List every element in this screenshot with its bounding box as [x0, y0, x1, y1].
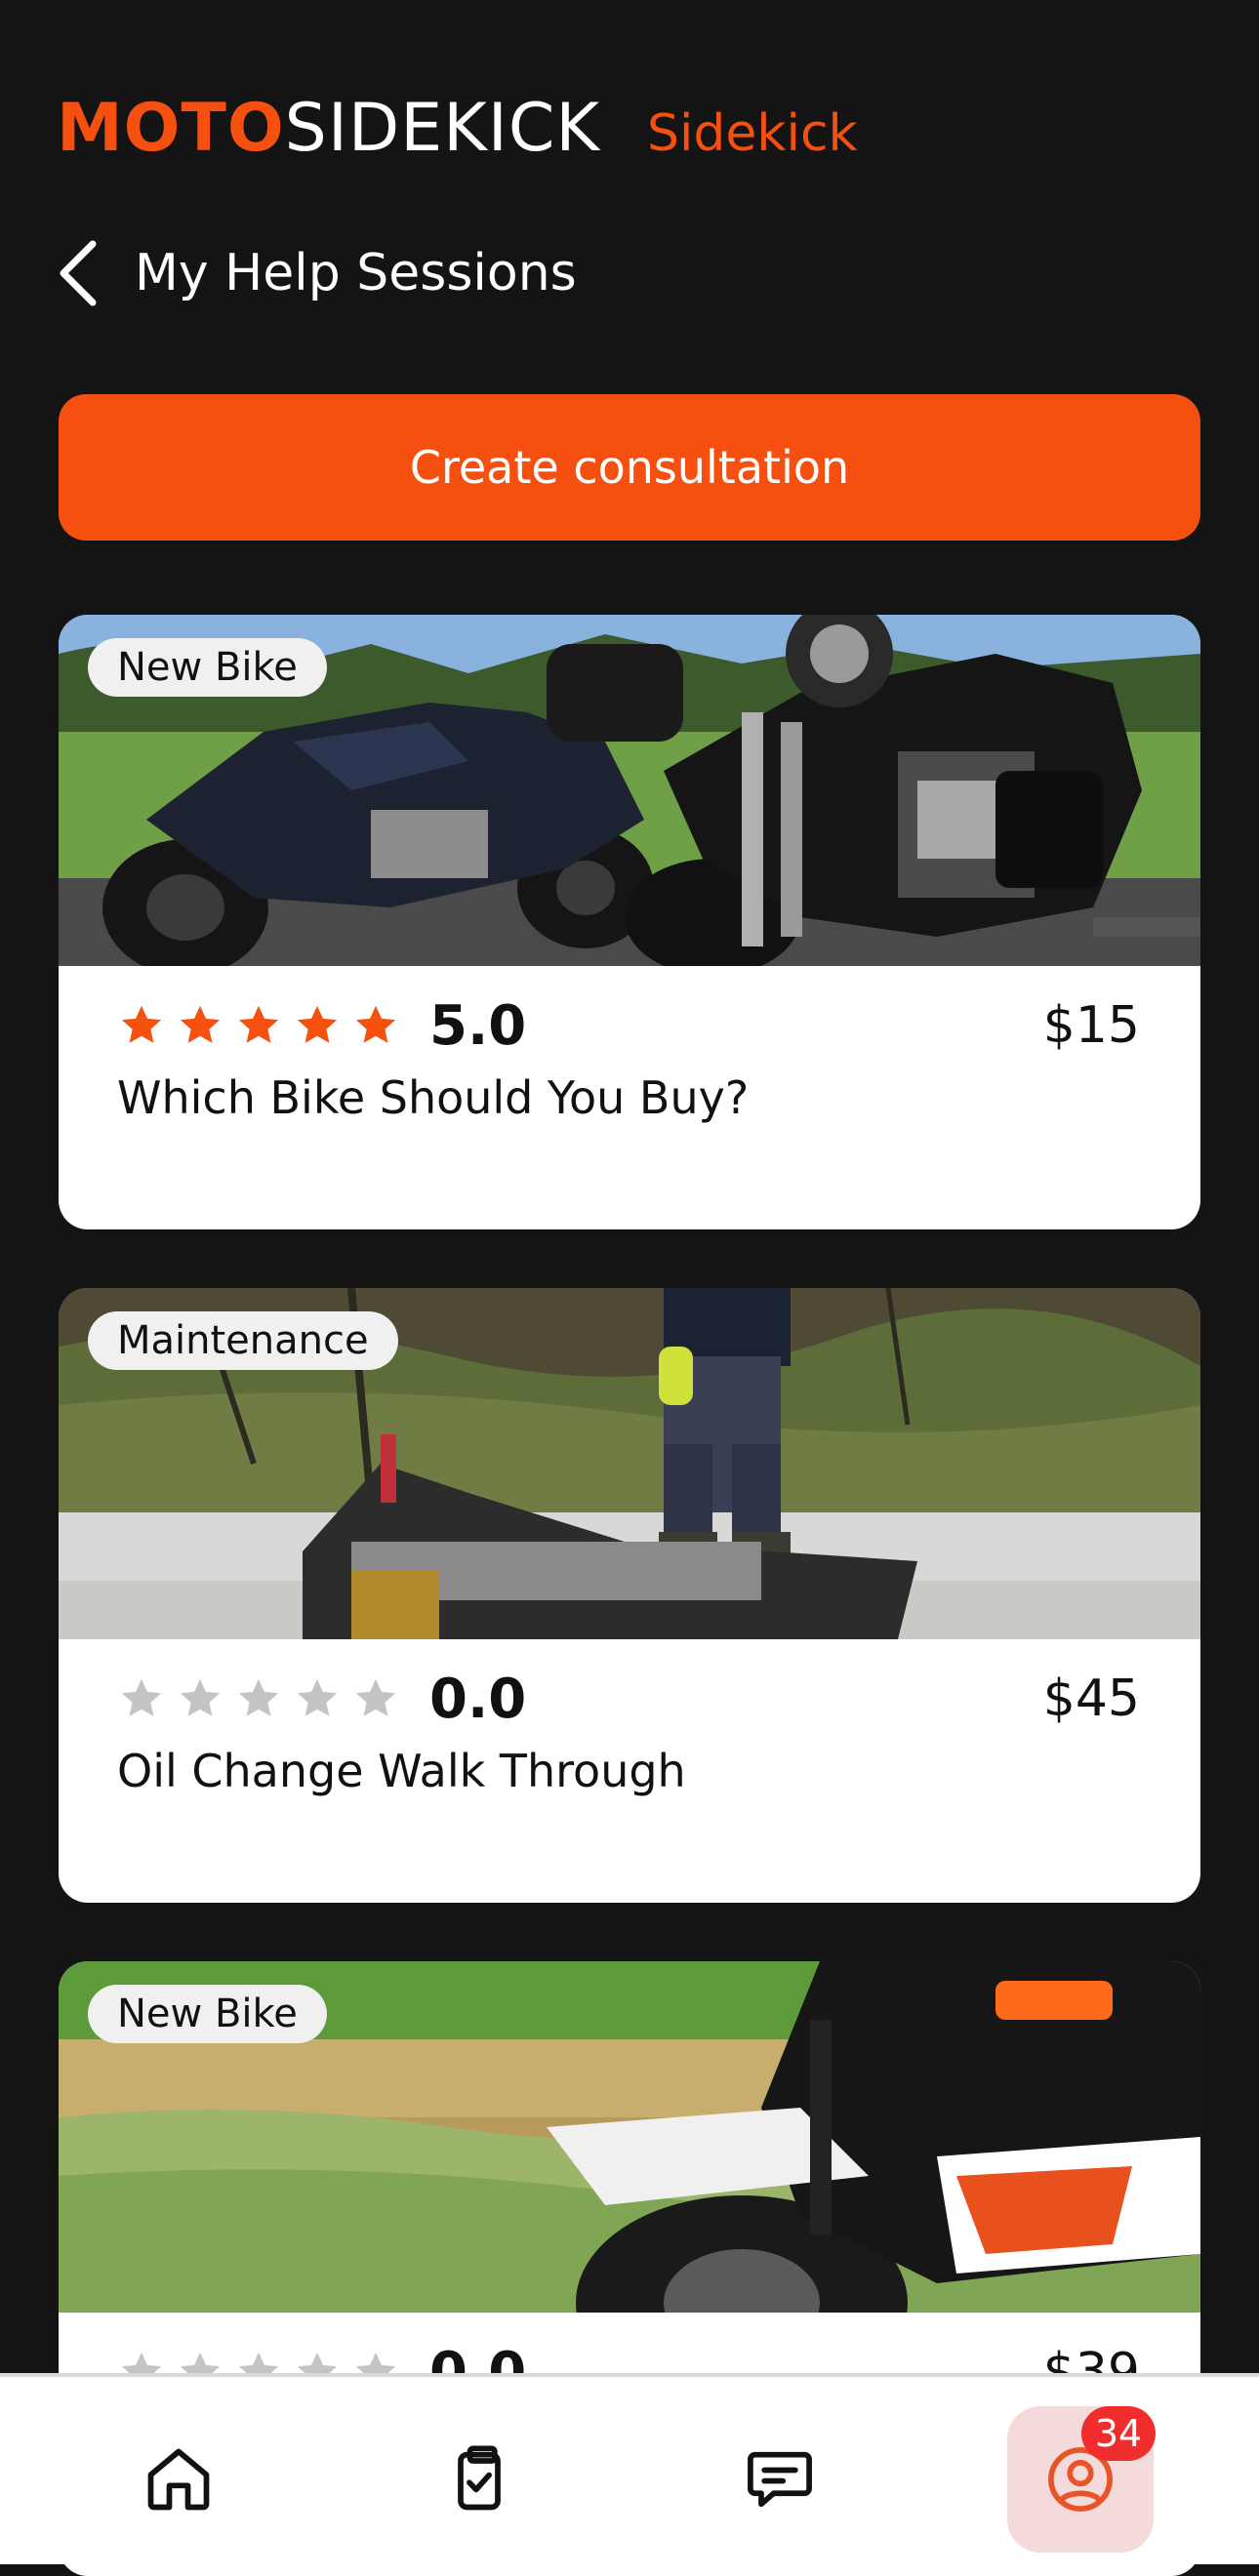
star-icon — [180, 1678, 221, 1716]
session-price: $45 — [1042, 1670, 1140, 1728]
page-header: My Help Sessions — [53, 234, 577, 312]
clipboard-check-icon — [458, 2445, 501, 2511]
home-icon — [147, 2448, 210, 2511]
rating: 0.0 — [119, 1665, 526, 1733]
category-tag: New Bike — [88, 1985, 327, 2043]
rating-value: 5.0 — [429, 993, 527, 1058]
session-card-body: 0.0 $45 Oil Change Walk Through — [59, 1639, 1200, 1903]
bottom-nav: 34 — [0, 2373, 1259, 2564]
category-tag: Maintenance — [88, 1311, 398, 1370]
page-title: My Help Sessions — [135, 244, 577, 302]
category-tag: New Bike — [88, 638, 327, 697]
nav-messages[interactable] — [707, 2406, 853, 2553]
star-icon — [121, 1005, 162, 1043]
logo-moto-text: MOTO — [57, 90, 285, 167]
star-icon — [297, 1678, 338, 1716]
nav-sessions[interactable] — [406, 2406, 552, 2553]
nav-profile[interactable]: 34 — [1007, 2406, 1156, 2553]
session-card[interactable]: Maintenance 0.0 $45 Oil Change Walk Thro… — [59, 1288, 1200, 1903]
star-icon — [180, 1005, 221, 1043]
notification-badge: 34 — [1081, 2406, 1156, 2461]
rating: 5.0 — [119, 991, 526, 1060]
create-consultation-button[interactable]: Create consultation — [59, 394, 1200, 541]
session-card[interactable]: New Bike 5.0 $15 Which Bike Should You B… — [59, 615, 1200, 1229]
star-icon — [238, 1678, 279, 1716]
rating-value: 0.0 — [429, 1667, 527, 1731]
star-icon — [355, 1005, 396, 1043]
app-logo: MOTO SIDEKICK Sidekick — [57, 90, 858, 168]
chat-icon — [748, 2451, 812, 2508]
logo-sidekick-text: SIDEKICK — [284, 90, 600, 167]
star-icon — [355, 1678, 396, 1716]
session-title: Oil Change Walk Through — [117, 1745, 686, 1797]
star-icon — [121, 1678, 162, 1716]
chevron-left-icon[interactable] — [53, 234, 102, 312]
star-icon — [238, 1005, 279, 1043]
session-card-body: 5.0 $15 Which Bike Should You Buy? — [59, 966, 1200, 1229]
star-icon — [297, 1005, 338, 1043]
nav-home[interactable] — [105, 2406, 252, 2553]
session-title: Which Bike Should You Buy? — [117, 1071, 750, 1124]
app-subtitle: Sidekick — [646, 104, 858, 163]
session-price: $15 — [1042, 996, 1140, 1055]
